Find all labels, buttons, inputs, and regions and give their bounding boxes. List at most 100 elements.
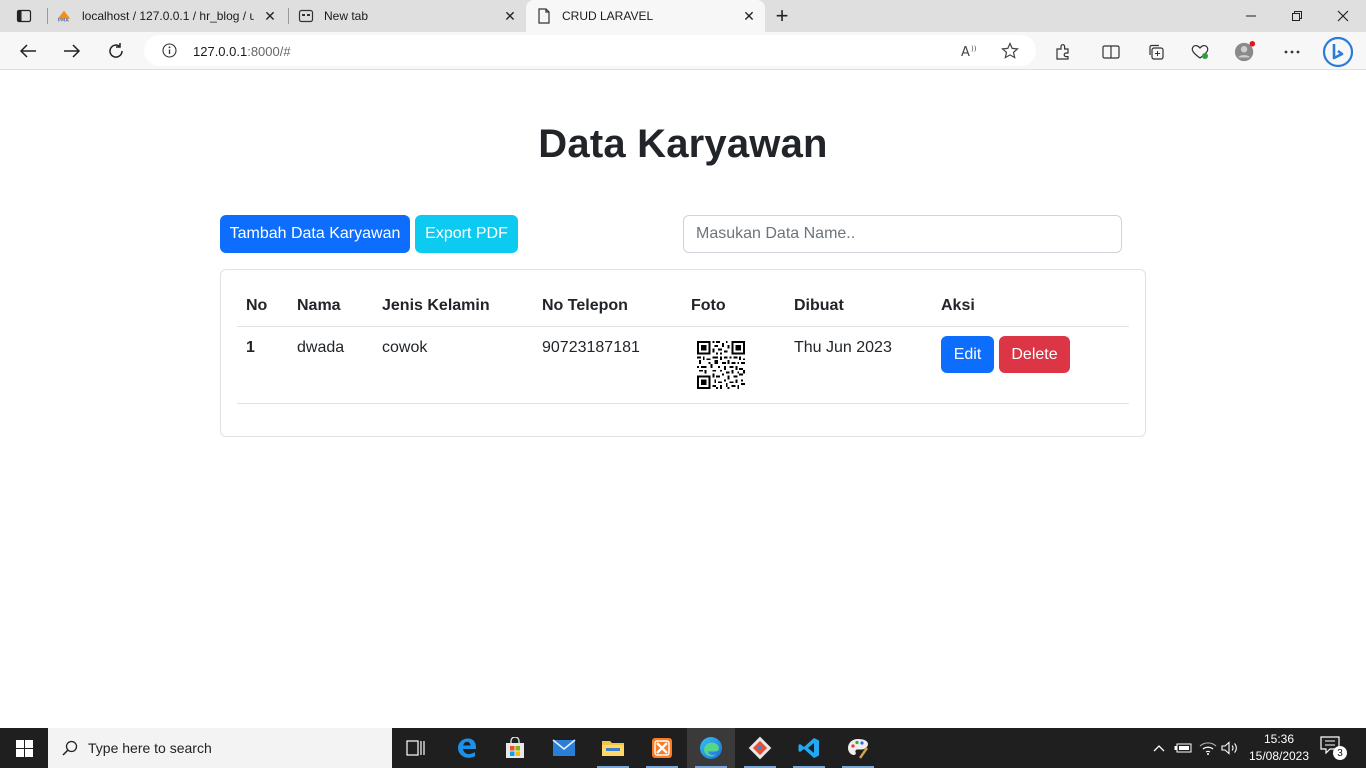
back-button[interactable] [13, 37, 43, 65]
read-aloud-icon[interactable]: A)) [960, 41, 980, 61]
start-button[interactable] [0, 728, 48, 768]
favorite-star-icon[interactable] [1000, 41, 1020, 61]
delete-button[interactable]: Delete [999, 336, 1070, 373]
search-input[interactable] [683, 215, 1122, 253]
taskbar-vscode[interactable] [785, 728, 833, 768]
arrow-left-icon [19, 44, 36, 58]
edge-legacy-icon [458, 738, 477, 758]
git-icon [748, 736, 772, 760]
cell-dibuat: Thu Jun 2023 [794, 339, 892, 356]
volume-icon[interactable] [1220, 738, 1240, 758]
refresh-button[interactable] [101, 37, 131, 65]
task-view-button[interactable] [392, 728, 440, 768]
cell-no: 1 [246, 339, 255, 356]
column-header-aksi: Aksi [941, 297, 975, 314]
svg-text:PMA: PMA [58, 17, 70, 23]
address-url[interactable]: 127.0.0.1:8000/# [193, 44, 291, 59]
mail-icon [552, 739, 576, 756]
bing-copilot-icon[interactable] [1322, 36, 1354, 68]
svg-text:)): )) [971, 45, 977, 53]
cell-jenis-kelamin: cowok [382, 339, 428, 356]
phpmyadmin-icon: PMA [56, 8, 72, 24]
performance-heart-icon[interactable] [1189, 41, 1211, 63]
windows-taskbar: Type here to search 15:36 15/08/2023 3 [0, 728, 1366, 768]
close-tab-icon[interactable]: ✕ [502, 8, 518, 24]
show-hidden-icons-chevron-icon[interactable] [1149, 738, 1169, 758]
more-options-icon[interactable] [1281, 41, 1303, 63]
folder-icon [602, 741, 624, 756]
column-header-no: No [246, 297, 268, 314]
close-window-button[interactable] [1320, 0, 1366, 32]
minimize-icon [1246, 15, 1256, 17]
clock-time: 15:36 [1263, 732, 1295, 746]
extensions-icon[interactable] [1052, 41, 1074, 63]
search-icon [62, 740, 78, 756]
collections-icon[interactable] [1145, 41, 1167, 63]
export-pdf-button[interactable]: Export PDF [415, 215, 518, 253]
refresh-icon [109, 43, 123, 58]
cell-no-telepon: 90723187181 [542, 339, 640, 356]
battery-icon[interactable] [1173, 738, 1193, 758]
wifi-icon[interactable] [1198, 738, 1218, 758]
clock-date: 15/08/2023 [1248, 749, 1310, 763]
restore-button[interactable] [1274, 0, 1320, 32]
tab-crud-laravel[interactable]: CRUD LARAVEL ✕ [526, 0, 765, 32]
action-center-button[interactable]: 3 [1320, 736, 1348, 760]
new-tab-button[interactable]: + [770, 3, 794, 28]
tab-phpmyadmin[interactable]: PMA localhost / 127.0.0.1 / hr_blog / u … [56, 0, 286, 32]
taskbar-edge-legacy[interactable] [443, 728, 491, 768]
column-header-jenis-kelamin: Jenis Kelamin [382, 297, 490, 314]
edge-icon [700, 737, 722, 759]
minimize-button[interactable] [1228, 0, 1274, 32]
tab-actions-icon [16, 9, 32, 23]
taskbar-mail[interactable] [540, 728, 588, 768]
page-title: Data Karyawan [538, 122, 828, 166]
forward-button[interactable] [57, 37, 87, 65]
close-tab-icon[interactable]: ✕ [741, 8, 757, 24]
newtab-icon [298, 8, 314, 24]
paint-icon [848, 739, 868, 759]
split-screen-icon[interactable] [1100, 41, 1122, 63]
table-row-divider [237, 403, 1129, 404]
address-bar[interactable]: 127.0.0.1:8000/# A)) [144, 35, 1036, 66]
taskbar-search-box[interactable]: Type here to search [48, 728, 392, 768]
vscode-icon [798, 738, 819, 758]
tab-new-tab[interactable]: New tab ✕ [298, 0, 526, 32]
taskbar-git-gui[interactable] [736, 728, 784, 768]
windows-logo-icon [15, 739, 33, 757]
column-header-nama: Nama [297, 297, 341, 314]
info-icon[interactable] [162, 43, 177, 63]
browser-nav-bar: 127.0.0.1:8000/# A)) [0, 32, 1366, 70]
add-employee-button[interactable]: Tambah Data Karyawan [220, 215, 410, 253]
tab-separator [47, 8, 48, 24]
tab-title: localhost / 127.0.0.1 / hr_blog / u [82, 9, 254, 23]
browser-tab-bar: PMA localhost / 127.0.0.1 / hr_blog / u … [0, 0, 1366, 32]
cell-nama: dwada [297, 339, 345, 356]
notification-count-badge: 3 [1333, 746, 1347, 760]
tab-actions-menu-button[interactable] [8, 4, 40, 28]
taskbar-edge[interactable] [687, 728, 735, 768]
employee-photo-qr-code [697, 341, 745, 389]
tab-title: CRUD LARAVEL [562, 9, 654, 23]
close-tab-icon[interactable]: ✕ [262, 8, 278, 24]
url-path: :8000/# [247, 44, 291, 59]
arrow-right-icon [64, 44, 81, 58]
taskbar-file-explorer[interactable] [589, 728, 637, 768]
xampp-icon [652, 738, 672, 758]
url-host: 127.0.0.1 [193, 44, 248, 59]
taskbar-store[interactable] [491, 728, 539, 768]
column-header-no-telepon: No Telepon [542, 297, 628, 314]
table-header-divider [237, 326, 1129, 327]
column-header-foto: Foto [691, 297, 726, 314]
system-clock[interactable]: 15:36 15/08/2023 [1244, 731, 1314, 765]
taskbar-search-placeholder: Type here to search [88, 740, 212, 756]
svg-text:A: A [961, 45, 970, 59]
edit-button[interactable]: Edit [941, 336, 994, 373]
profile-avatar-icon[interactable] [1234, 41, 1256, 63]
page-icon [536, 8, 552, 24]
tab-separator [288, 8, 289, 24]
taskbar-paint[interactable] [834, 728, 882, 768]
task-view-icon [406, 740, 425, 756]
column-header-dibuat: Dibuat [794, 297, 844, 314]
taskbar-xampp[interactable] [638, 728, 686, 768]
